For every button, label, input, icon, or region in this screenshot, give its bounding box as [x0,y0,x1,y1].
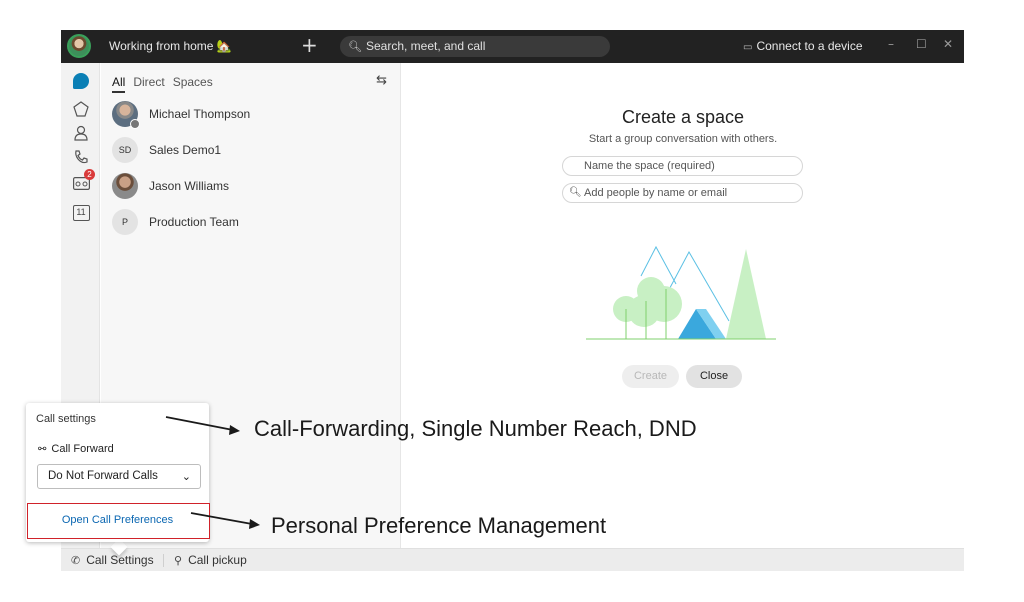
call-forward-select[interactable]: Do Not Forward Calls ⌄ [37,464,201,489]
list-item[interactable]: Michael Thompson [112,99,392,129]
call-forward-icon: ⚯ [38,444,47,455]
calendar-icon[interactable]: 11 [71,203,91,223]
contacts-icon[interactable] [71,123,91,143]
annotation-preference: Personal Preference Management [271,513,607,538]
minimize-button[interactable]: – [888,37,894,51]
list-item[interactable]: Jason Williams [112,171,392,201]
page-subtitle: Start a group conversation with others. [588,133,778,145]
close-window-button[interactable]: ✕ [943,37,953,51]
annotation-forwarding: Call-Forwarding, Single Number Reach, DN… [254,416,697,441]
new-plus-button[interactable]: + [301,33,318,57]
call-settings-button[interactable]: ✆ Call Settings [71,553,154,567]
search-icon: 🔍︎ [348,40,362,53]
highlight-box [27,503,210,539]
call-settings-label: Call Settings [86,553,154,567]
list-item-name: Sales Demo1 [149,143,222,157]
list-filters: All Direct Spaces [112,75,213,93]
avatar [112,101,140,129]
cast-icon: ▭ [743,42,753,53]
status-message[interactable]: Working from home 🏡 [109,39,232,53]
status-clock-icon [130,119,140,129]
space-name-placeholder: Name the space (required) [584,160,715,172]
list-item-name: Michael Thompson [149,107,251,121]
divider [163,554,164,567]
list-item[interactable]: P Production Team [112,207,392,237]
page-title: Create a space [621,107,745,127]
filter-all[interactable]: All [112,75,126,93]
filter-sliders-icon[interactable]: ⇆ [376,73,387,88]
phone-settings-icon: ✆ [71,554,81,567]
messages-icon[interactable] [71,71,91,91]
call-forward-value: Do Not Forward Calls [48,470,158,482]
create-space-pane: Create a space Start a group conversatio… [402,63,964,548]
call-forward-text: Call Forward [51,443,114,455]
call-forward-label: ⚯ Call Forward [38,443,114,455]
camping-illustration [586,245,776,340]
filter-spaces[interactable]: Spaces [173,75,213,93]
list-item-name: Production Team [149,215,239,229]
close-button[interactable]: Close [686,365,742,388]
call-pickup-label: Call pickup [188,553,247,567]
connect-label: Connect to a device [756,39,863,53]
voicemail-icon[interactable]: 2 [71,169,95,193]
avatar [112,173,138,199]
add-people-input[interactable]: 🔍︎ Add people by name or email [562,183,803,203]
add-people-placeholder: Add people by name or email [584,187,728,199]
call-pickup-icon: ⚲ [174,554,183,567]
avatar: P [112,209,138,235]
search-placeholder: Search, meet, and call [365,39,486,53]
title-bar: Working from home 🏡 + 🔍︎ Search, meet, an… [61,30,964,63]
calls-icon[interactable] [71,147,91,167]
voicemail-badge: 2 [84,169,95,180]
teams-icon[interactable] [71,99,91,119]
list-item-name: Jason Williams [149,179,230,193]
chevron-down-icon: ⌄ [181,470,191,483]
search-input[interactable]: 🔍︎ Search, meet, and call [340,36,610,57]
connect-device-button[interactable]: ▭ Connect to a device [743,39,863,53]
list-item[interactable]: SD Sales Demo1 [112,135,392,165]
popup-title: Call settings [36,413,96,425]
calendar-day: 11 [72,205,90,221]
call-pickup-button[interactable]: ⚲ Call pickup [174,553,247,567]
user-avatar[interactable] [67,34,91,58]
maximize-button[interactable]: ☐ [916,37,927,51]
search-icon: 🔍︎ [569,187,582,198]
filter-direct[interactable]: Direct [133,75,164,93]
avatar: SD [112,137,138,163]
space-name-input[interactable]: Name the space (required) [562,156,803,176]
create-button[interactable]: Create [622,365,679,388]
bottom-call-bar: ✆ Call Settings ⚲ Call pickup [61,548,964,571]
